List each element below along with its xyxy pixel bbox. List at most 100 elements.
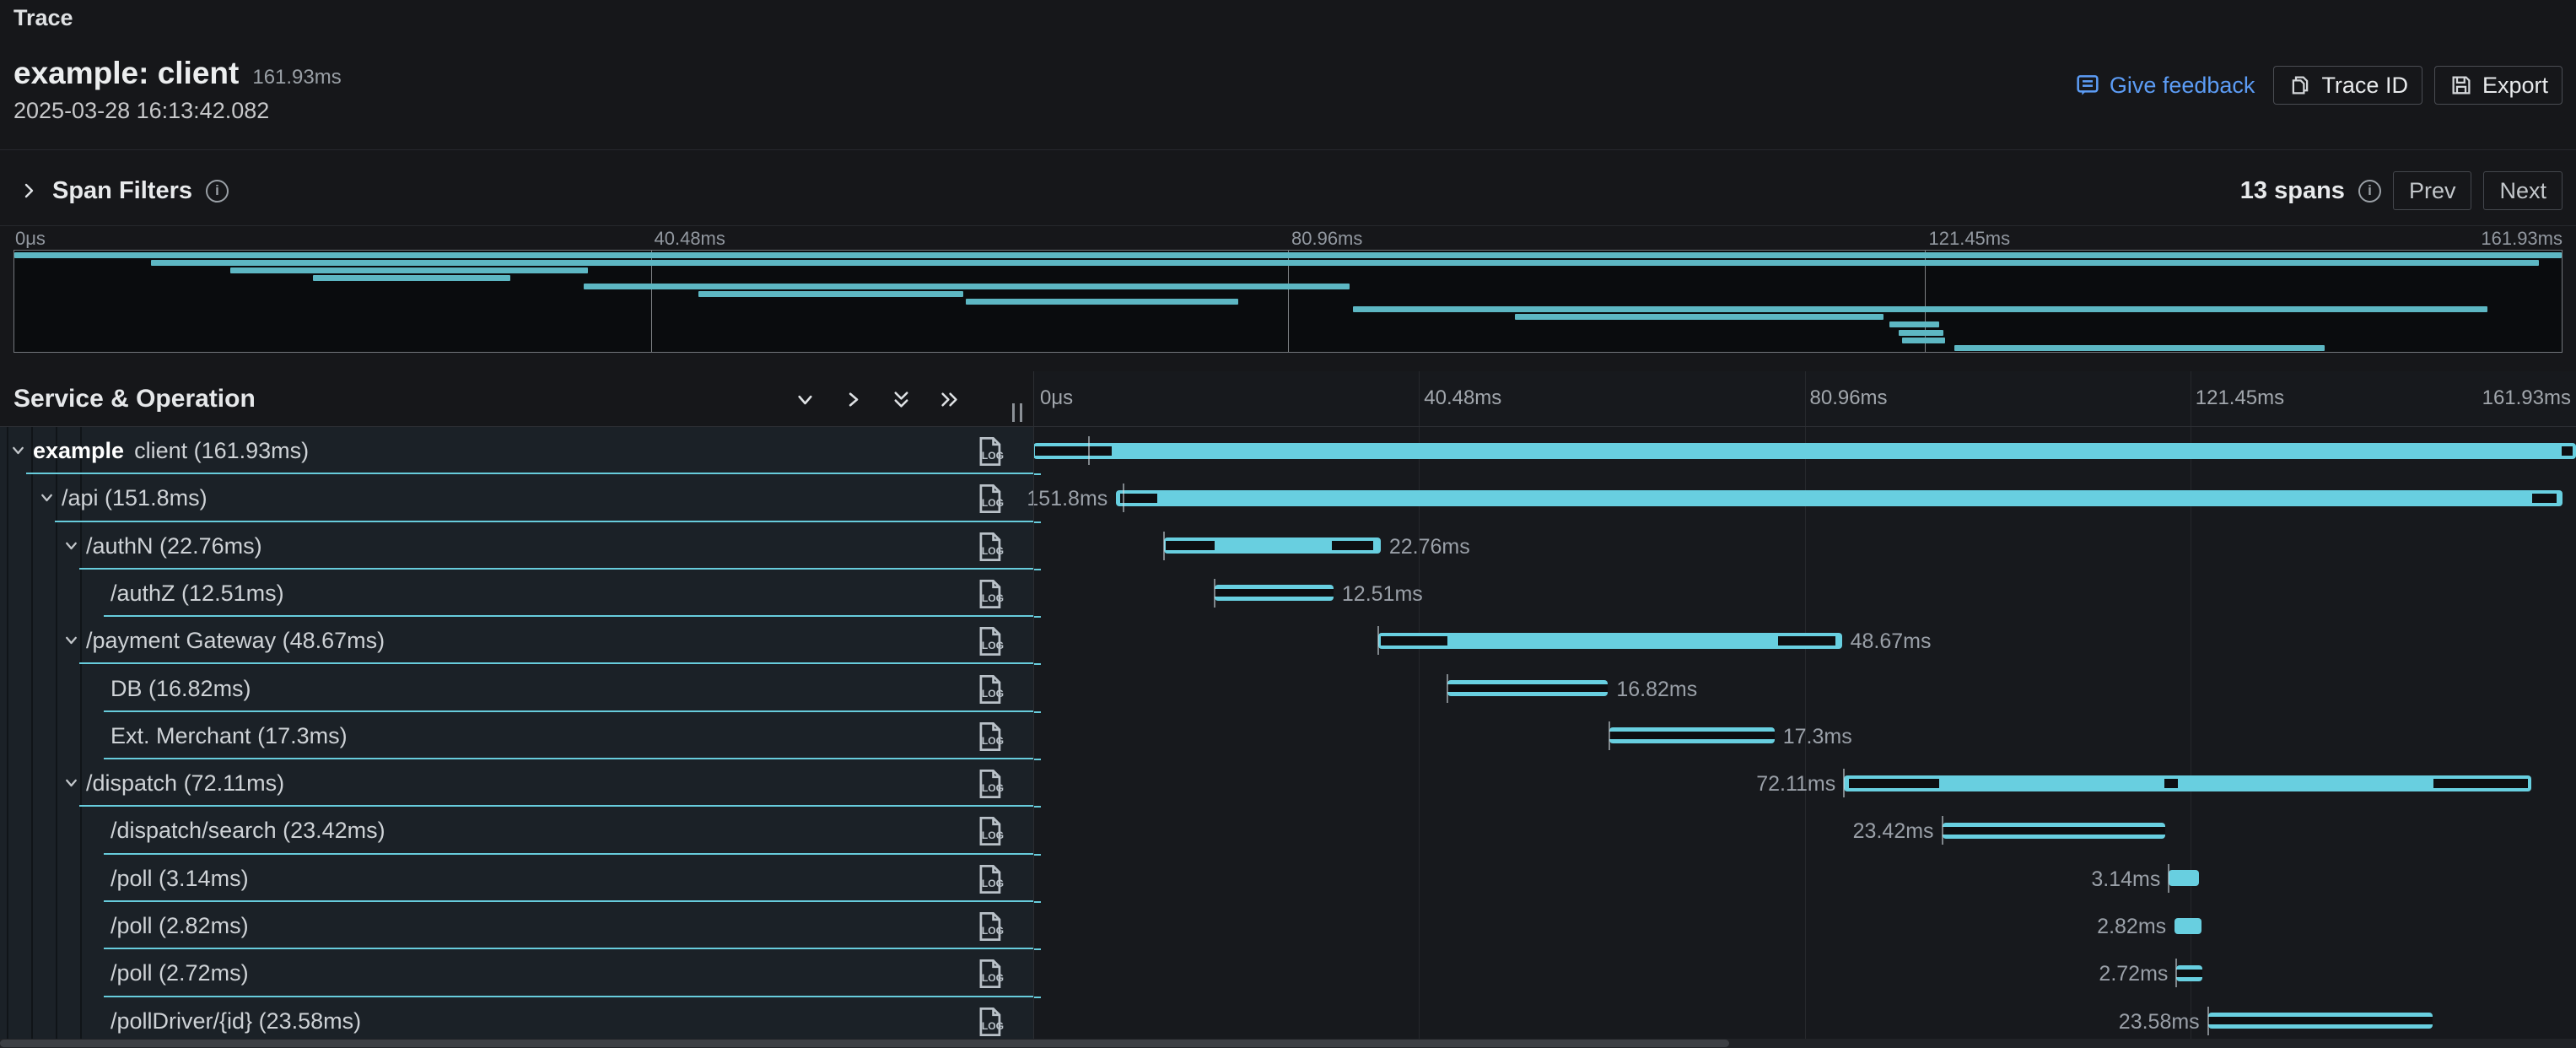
span-row[interactable]: /pollDriver/{id} (23.58ms)LOG	[0, 997, 1033, 1045]
span-bar[interactable]	[1164, 538, 1381, 554]
span-bar[interactable]	[1447, 680, 1608, 696]
span-name-label: /dispatch (72.11ms)	[86, 770, 284, 797]
log-event-tick	[1163, 532, 1165, 560]
svg-text:LOG: LOG	[982, 450, 1004, 462]
log-event-tick	[1377, 626, 1379, 655]
span-row[interactable]: /dispatch (72.11ms) LOG	[0, 759, 1033, 807]
chevron-down-icon[interactable]	[38, 489, 56, 506]
span-bar-row[interactable]: 23.58ms	[1033, 997, 2576, 1045]
span-name-label: /payment Gateway (48.67ms)	[86, 628, 385, 654]
span-name-label: /dispatch/search (23.42ms)	[110, 818, 385, 844]
chevron-down-icon[interactable]	[62, 631, 80, 649]
span-bar-row[interactable]: 72.11ms	[1033, 759, 2576, 807]
critical-path-stripe	[2176, 970, 2202, 977]
span-bar-row[interactable]: 2.82ms	[1033, 902, 2576, 949]
critical-path-stripe	[1447, 684, 1608, 692]
horizontal-scrollbar[interactable]	[0, 1039, 2576, 1048]
log-document-icon[interactable]: LOG	[971, 433, 1008, 470]
trace-title: example: client	[13, 56, 239, 91]
span-bar[interactable]	[2175, 918, 2201, 934]
log-document-icon[interactable]: LOG	[971, 480, 1008, 517]
span-bar[interactable]	[1844, 775, 2530, 791]
span-bar-row[interactable]: 17.3ms	[1033, 712, 2576, 759]
critical-path-notch	[2164, 779, 2178, 788]
trace-id-button[interactable]: Trace ID	[2273, 66, 2422, 105]
info-circle-icon: i	[206, 180, 229, 203]
svg-text:LOG: LOG	[982, 592, 1004, 604]
span-row[interactable]: /authZ (12.51ms)LOG	[0, 570, 1033, 617]
next-span-button[interactable]: Next	[2483, 171, 2563, 210]
span-bar[interactable]	[2208, 1013, 2433, 1029]
prev-span-button[interactable]: Prev	[2393, 171, 2472, 210]
timeline-tick-label: 161.93ms	[2482, 386, 2571, 410]
log-document-icon[interactable]: LOG	[971, 813, 1008, 850]
span-bar[interactable]	[1215, 585, 1334, 601]
span-duration-label: 151.8ms	[1027, 487, 1107, 511]
minimap-tick-label: 0μs	[15, 228, 46, 250]
span-bar-row[interactable]: 151.8ms	[1033, 474, 2576, 521]
give-feedback-link[interactable]: Give feedback	[2067, 66, 2262, 105]
export-button[interactable]: Export	[2434, 66, 2563, 105]
double-chevron-down-icon[interactable]	[890, 388, 913, 411]
span-bar[interactable]	[2176, 965, 2202, 981]
span-filters-toggle[interactable]: Span Filters i	[19, 165, 229, 216]
timeline-tick-label: 0μs	[1040, 386, 1073, 410]
chevron-down-icon[interactable]	[794, 388, 816, 411]
minimap-span-bar	[698, 291, 963, 297]
log-document-icon[interactable]: LOG	[971, 575, 1008, 613]
log-document-icon[interactable]: LOG	[971, 671, 1008, 708]
span-bar[interactable]	[1378, 633, 1842, 649]
minimap-span-bar	[230, 267, 588, 273]
minimap-span-bar	[1902, 338, 1945, 343]
span-row[interactable]: /dispatch/search (23.42ms) LOG	[0, 807, 1033, 854]
span-bar-row[interactable]: 23.42ms	[1033, 807, 2576, 854]
log-document-icon[interactable]: LOG	[971, 861, 1008, 898]
span-bar-row[interactable]: 16.82ms	[1033, 665, 2576, 712]
span-row[interactable]: Ext. Merchant (17.3ms)LOG	[0, 712, 1033, 759]
span-bar-row[interactable]: 2.72ms	[1033, 949, 2576, 997]
span-bar-row[interactable]	[1033, 427, 2576, 474]
span-row[interactable]: exampleclient (161.93ms)LOG	[0, 427, 1033, 474]
scrollbar-thumb[interactable]	[0, 1040, 1729, 1047]
chevron-right-icon[interactable]	[842, 388, 865, 411]
log-event-tick	[1447, 674, 1448, 703]
span-bar[interactable]	[1116, 490, 2563, 506]
log-document-icon[interactable]: LOG	[971, 765, 1008, 802]
critical-path-stripe	[2208, 1017, 2433, 1024]
chevron-down-icon[interactable]	[62, 774, 80, 791]
column-resize-handle[interactable]	[1012, 403, 1022, 422]
span-row[interactable]: DB (16.82ms)LOG	[0, 665, 1033, 712]
span-bar[interactable]	[1943, 823, 2166, 839]
span-row[interactable]: /poll (2.72ms)LOG	[0, 949, 1033, 997]
service-operation-title: Service & Operation	[13, 385, 256, 413]
critical-path-stripe	[1943, 827, 2166, 835]
span-row[interactable]: /payment Gateway (48.67ms) LOG	[0, 617, 1033, 664]
copy-icon	[2288, 73, 2313, 98]
trace-minimap[interactable]	[13, 250, 2563, 353]
minimap-span-bar	[14, 252, 2562, 258]
span-row[interactable]: /poll (3.14ms)LOG	[0, 855, 1033, 902]
log-document-icon[interactable]: LOG	[971, 623, 1008, 660]
double-chevron-right-icon[interactable]	[938, 388, 961, 411]
chevron-down-icon[interactable]	[62, 537, 80, 554]
span-bar[interactable]	[2169, 870, 2198, 886]
log-document-icon[interactable]: LOG	[971, 528, 1008, 565]
log-document-icon[interactable]: LOG	[971, 718, 1008, 755]
log-document-icon[interactable]: LOG	[971, 1003, 1008, 1040]
timeline-tick-label: 80.96ms	[1810, 386, 1888, 410]
log-document-icon[interactable]: LOG	[971, 908, 1008, 945]
svg-text:LOG: LOG	[982, 782, 1004, 794]
chevron-down-icon[interactable]	[9, 441, 27, 459]
span-bar[interactable]	[1609, 727, 1774, 743]
span-row[interactable]: /poll (2.82ms)LOG	[0, 902, 1033, 949]
span-bar-row[interactable]: 3.14ms	[1033, 855, 2576, 902]
span-bars-column: 151.8ms22.76ms12.51ms48.67ms16.82ms17.3m…	[1033, 427, 2576, 1048]
span-row[interactable]: /api (151.8ms)LOG	[0, 474, 1033, 521]
critical-path-stripe	[1215, 589, 1334, 597]
span-row[interactable]: /authN (22.76ms)LOG	[0, 522, 1033, 570]
span-bar-row[interactable]: 12.51ms	[1033, 570, 2576, 617]
log-document-icon[interactable]: LOG	[971, 955, 1008, 992]
span-bar-row[interactable]: 48.67ms	[1033, 617, 2576, 664]
span-bar-row[interactable]: 22.76ms	[1033, 522, 2576, 570]
span-bar[interactable]	[1033, 443, 2576, 459]
